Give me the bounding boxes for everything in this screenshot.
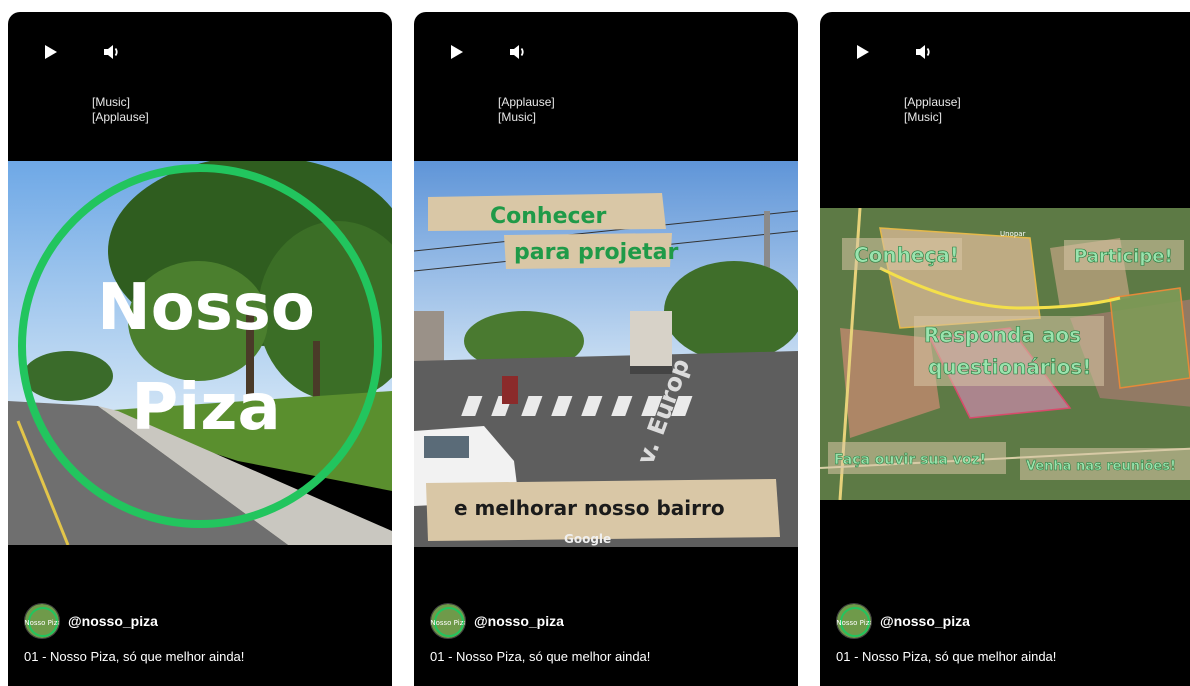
channel-handle[interactable]: @nosso_piza bbox=[474, 613, 564, 629]
caption-line: [Music] bbox=[92, 95, 131, 109]
avatar-image: Nosso Piza bbox=[837, 604, 872, 638]
overlay-top-line2: para projetar bbox=[514, 240, 678, 265]
overlay-title-line1: Nosso bbox=[97, 271, 315, 345]
caption-line: [Applause] bbox=[904, 95, 961, 109]
captions: [Applause] [Music] bbox=[498, 95, 555, 125]
map-scene: Unopar Conheça! Participe! Responda aos … bbox=[820, 208, 1190, 500]
street-view-scene: v. Europ Conhecer para projetar e melhor… bbox=[414, 161, 798, 547]
video-frame[interactable]: Unopar Conheça! Participe! Responda aos … bbox=[820, 208, 1190, 500]
captions: [Music] [Applause] bbox=[92, 95, 149, 125]
avatar-image: Nosso Piza bbox=[431, 604, 466, 638]
avatar-text: Nosso Piza bbox=[431, 619, 466, 627]
overlay-bottom: e melhorar nosso bairro bbox=[454, 496, 725, 520]
avatar[interactable]: Nosso Piza bbox=[836, 603, 872, 639]
avatar[interactable]: Nosso Piza bbox=[24, 603, 60, 639]
overlay-responda-2: questionários! bbox=[928, 355, 1091, 379]
overlay-top-line1: Conhecer bbox=[490, 204, 606, 229]
map-label: Unopar bbox=[1000, 230, 1026, 238]
short-card-3[interactable]: [Applause] [Music] Unopar Conheça! Parti… bbox=[820, 12, 1190, 686]
avatar[interactable]: Nosso Piza bbox=[430, 603, 466, 639]
caption-line: [Music] bbox=[904, 110, 943, 124]
play-icon[interactable] bbox=[852, 42, 872, 62]
volume-icon[interactable] bbox=[508, 42, 528, 62]
video-title[interactable]: 01 - Nosso Piza, só que melhor ainda! bbox=[24, 649, 244, 664]
avatar-image: Nosso Piza bbox=[25, 604, 60, 638]
short-card-2[interactable]: [Applause] [Music] v. Europ Conhecer par… bbox=[414, 12, 798, 686]
video-frame[interactable]: Nosso Piza bbox=[8, 161, 392, 545]
avatar-text: Nosso Piza bbox=[837, 619, 872, 627]
video-frame[interactable]: v. Europ Conhecer para projetar e melhor… bbox=[414, 161, 798, 547]
caption-line: [Applause] bbox=[92, 110, 149, 124]
video-title[interactable]: 01 - Nosso Piza, só que melhor ainda! bbox=[430, 649, 650, 664]
short-card-1[interactable]: [Music] [Applause] Nosso Piza Nosso Piza… bbox=[8, 12, 392, 686]
overlay-venha: Venha nas reuniões! bbox=[1026, 459, 1176, 474]
captions: [Applause] [Music] bbox=[904, 95, 961, 125]
avatar-text: Nosso Piza bbox=[25, 619, 60, 627]
video-title[interactable]: 01 - Nosso Piza, só que melhor ainda! bbox=[836, 649, 1056, 664]
overlay-responda-1: Responda aos bbox=[924, 323, 1081, 347]
caption-line: [Music] bbox=[498, 110, 537, 124]
watermark: Google bbox=[564, 532, 611, 546]
volume-icon[interactable] bbox=[102, 42, 122, 62]
overlay-conheca: Conheça! bbox=[854, 243, 959, 267]
overlay-title-line2: Piza bbox=[131, 371, 280, 445]
overlay-faca: Faça ouvir sua voz! bbox=[834, 452, 986, 468]
volume-icon[interactable] bbox=[914, 42, 934, 62]
channel-handle[interactable]: @nosso_piza bbox=[68, 613, 158, 629]
play-icon[interactable] bbox=[446, 42, 466, 62]
overlay-participe: Participe! bbox=[1074, 246, 1173, 267]
play-icon[interactable] bbox=[40, 42, 60, 62]
channel-handle[interactable]: @nosso_piza bbox=[880, 613, 970, 629]
street-scene: Nosso Piza bbox=[8, 161, 392, 545]
caption-line: [Applause] bbox=[498, 95, 555, 109]
